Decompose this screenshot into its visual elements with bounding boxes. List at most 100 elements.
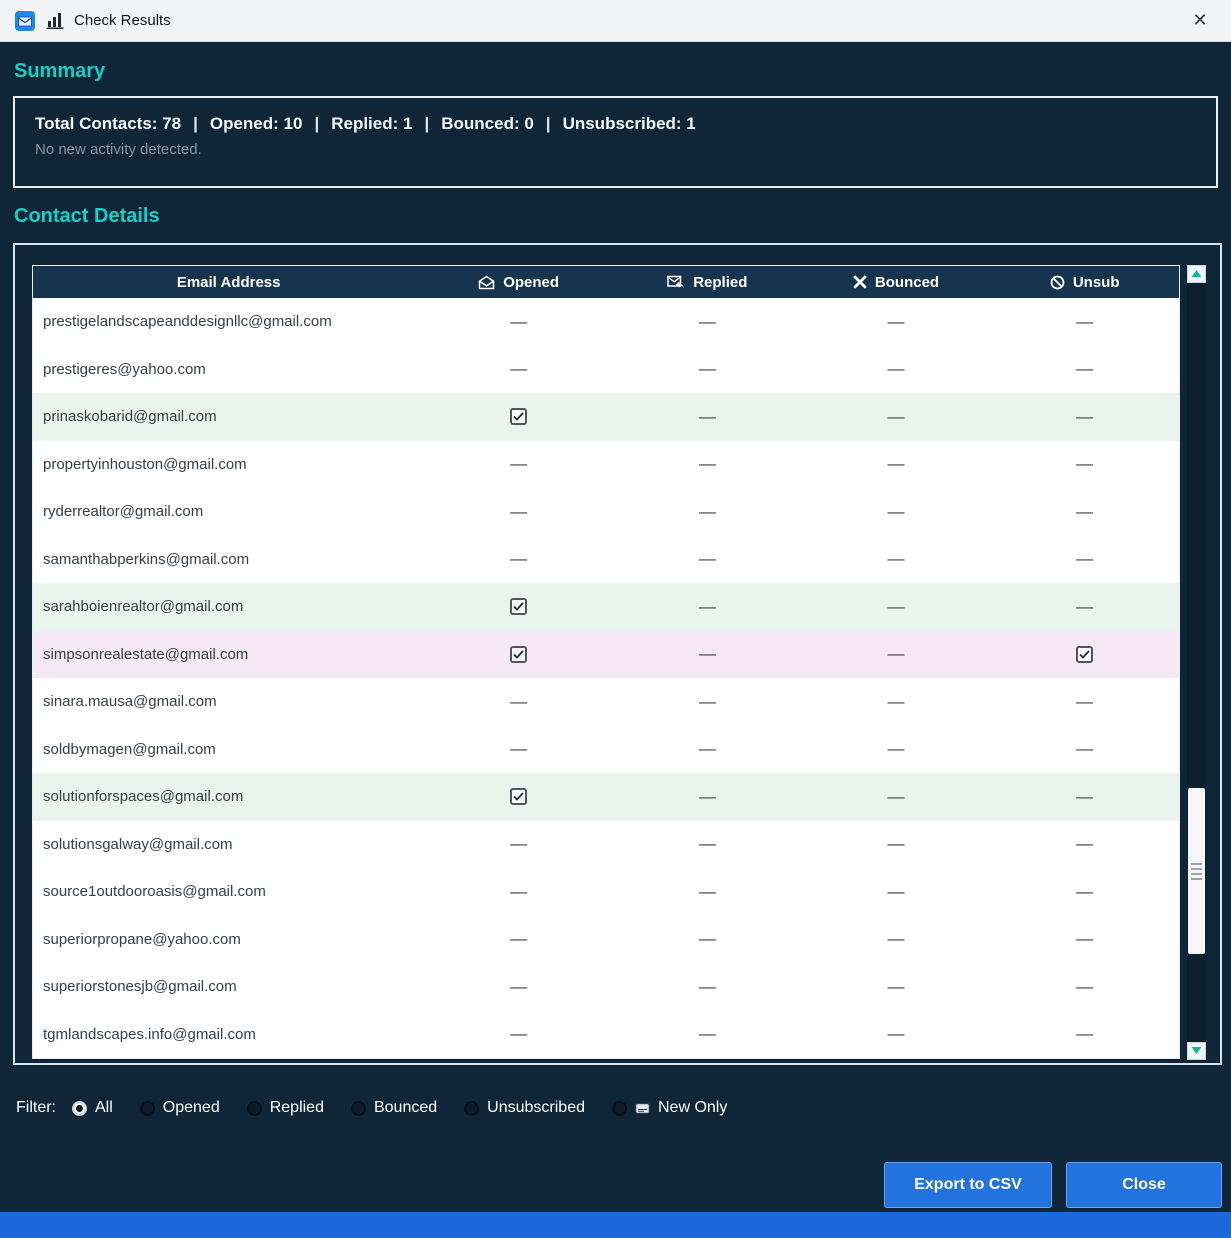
table-row[interactable]: solutionsgalway@gmail.com — — — — [33, 820, 1179, 869]
opened-cell: — [424, 963, 613, 1011]
unsub-cell: — [990, 773, 1179, 821]
filter-option-unsubscribed[interactable]: Unsubscribed [464, 1099, 585, 1117]
replied-cell: — [613, 346, 802, 394]
replied-cell: — [613, 631, 802, 679]
opened-checkbox[interactable] [510, 408, 528, 426]
empty-dash: — [1076, 834, 1094, 854]
table-row[interactable]: prinaskobarid@gmail.com — — — [33, 393, 1179, 441]
export-csv-button[interactable]: Export to CSV [884, 1162, 1052, 1208]
empty-dash: — [698, 311, 716, 331]
opened-cell: — [424, 536, 613, 584]
scrollbar-track[interactable] [1187, 283, 1206, 1042]
bottom-strip [0, 1212, 1231, 1238]
radio-icon[interactable] [246, 1100, 262, 1116]
filter-option-replied[interactable]: Replied [246, 1099, 324, 1117]
filter-options: All Opened Replied Bounced Unsubscribed New O… [72, 1099, 727, 1117]
table-scrollbar[interactable] [1187, 265, 1206, 1060]
bounced-cell: — [802, 963, 991, 1011]
empty-dash: — [887, 596, 905, 616]
opened-cell [424, 393, 613, 441]
table-row[interactable]: prestigeres@yahoo.com — — — — [33, 345, 1179, 394]
titlebar[interactable]: Check Results ✕ [0, 0, 1231, 42]
radio-icon[interactable] [350, 1100, 366, 1116]
scroll-down-button[interactable] [1187, 1042, 1206, 1060]
summary-stat-total-contacts-: Total Contacts: 78 [35, 114, 182, 133]
filter-row: Filter: All Opened Replied Bounced Unsubscri… [16, 1099, 727, 1117]
filter-option-bounced[interactable]: Bounced [350, 1099, 437, 1117]
empty-dash: — [510, 1024, 528, 1044]
empty-dash: — [698, 501, 716, 521]
table-row[interactable]: source1outdooroasis@gmail.com — — — — [33, 868, 1179, 916]
empty-dash: — [698, 596, 716, 616]
table-row[interactable]: propertyinhouston@gmail.com — — — — [33, 440, 1179, 488]
opened-checkbox[interactable] [510, 598, 528, 616]
email-cell: sinara.mausa@gmail.com [43, 693, 217, 711]
unsub-checkbox[interactable] [1076, 645, 1094, 663]
table-row[interactable]: soldbymagen@gmail.com — — — — [33, 725, 1179, 774]
table-row[interactable]: solutionforspaces@gmail.com — — — [33, 773, 1179, 821]
unsub-cell: — [990, 821, 1179, 869]
table-row[interactable]: simpsonrealestate@gmail.com — — [33, 630, 1179, 679]
contact-table: Email Address Opened Replied Bounced Unsub p… [13, 243, 1222, 1065]
table-row[interactable]: samanthabperkins@gmail.com — — — — [33, 535, 1179, 584]
replied-cell: — [613, 678, 802, 726]
column-header-email-address: Email Address [33, 266, 424, 298]
stats-separator: | [193, 114, 198, 133]
radio-selected-icon[interactable] [72, 1100, 87, 1116]
opened-checkbox[interactable] [510, 645, 528, 663]
empty-dash: — [887, 406, 905, 426]
empty-dash: — [698, 359, 716, 379]
radio-icon[interactable] [611, 1100, 627, 1116]
column-header-label: Opened [503, 273, 560, 291]
table-row[interactable]: superiorstonesjb@gmail.com — — — — [33, 963, 1179, 1011]
table-row[interactable]: sinara.mausa@gmail.com — — — — [33, 678, 1179, 726]
table-row[interactable]: sarahboienrealtor@gmail.com — — — [33, 583, 1179, 631]
replied-cell: — [613, 726, 802, 774]
bounced-cell: — [802, 583, 991, 631]
table-row[interactable]: ryderrealtor@gmail.com — — — — [33, 488, 1179, 536]
contact-details-heading: Contact Details [14, 205, 160, 227]
radio-icon[interactable] [464, 1100, 480, 1116]
email-cell: superiorstonesjb@gmail.com [43, 978, 237, 996]
summary-note: No new activity detected. [35, 141, 202, 158]
empty-dash: — [887, 691, 905, 711]
scrollbar-thumb[interactable] [1188, 788, 1205, 954]
empty-dash: — [510, 311, 528, 331]
empty-dash: — [887, 834, 905, 854]
empty-dash: — [1076, 454, 1094, 474]
empty-dash: — [887, 739, 905, 759]
column-header-unsub: Unsub [990, 266, 1179, 298]
empty-dash: — [510, 976, 528, 996]
empty-dash: — [887, 1024, 905, 1044]
table-row[interactable]: tgmlandscapes.info@gmail.com — — — — [33, 1010, 1179, 1058]
close-button[interactable]: Close [1066, 1162, 1222, 1208]
table-row[interactable]: prestigelandscapeanddesignllc@gmail.com —… [33, 298, 1179, 346]
replied-icon [667, 275, 685, 289]
empty-dash: — [698, 834, 716, 854]
table-row[interactable]: superiorpropane@yahoo.com — — — — [33, 915, 1179, 963]
radio-icon[interactable] [139, 1100, 155, 1116]
opened-cell: — [424, 821, 613, 869]
opened-checkbox[interactable] [510, 788, 528, 806]
unsub-cell: — [990, 536, 1179, 584]
empty-dash: — [1076, 311, 1094, 331]
empty-dash: — [1076, 406, 1094, 426]
window-close-button[interactable]: ✕ [1183, 4, 1217, 38]
empty-dash: — [887, 359, 905, 379]
unsub-cell: — [990, 963, 1179, 1011]
email-cell: soldbymagen@gmail.com [43, 740, 216, 758]
empty-dash: — [1076, 976, 1094, 996]
scroll-up-button[interactable] [1187, 265, 1206, 283]
opened-cell: — [424, 678, 613, 726]
opened-cell: — [424, 726, 613, 774]
column-header-label: Unsub [1072, 273, 1120, 291]
filter-option-opened[interactable]: Opened [139, 1099, 220, 1117]
summary-stat-replied-: Replied: 1 [331, 114, 413, 133]
replied-cell: — [613, 773, 802, 821]
filter-option-new-only[interactable]: New Only [611, 1099, 727, 1117]
unsub-cell [990, 631, 1179, 679]
replied-cell: — [613, 488, 802, 536]
bar-chart-icon [46, 12, 64, 29]
email-cell: tgmlandscapes.info@gmail.com [43, 1025, 256, 1043]
filter-option-all[interactable]: All [72, 1099, 113, 1117]
